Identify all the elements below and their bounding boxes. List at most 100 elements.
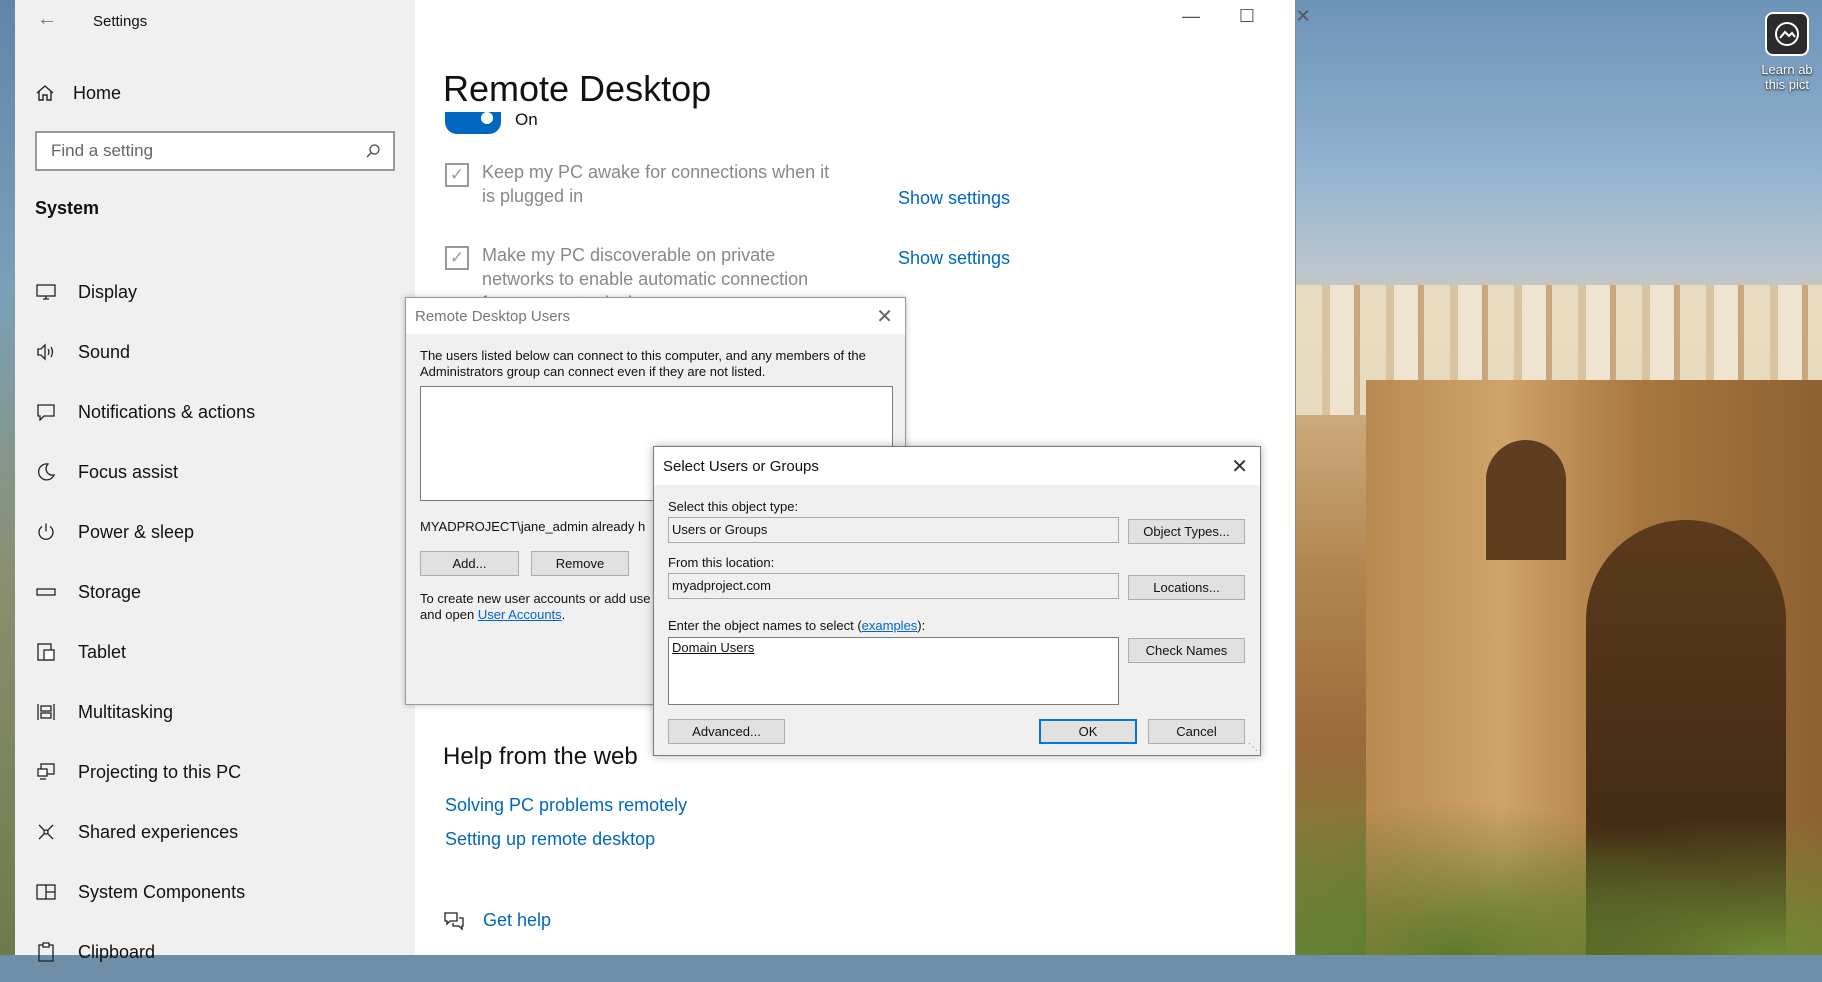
object-names-suffix: ): xyxy=(917,618,926,633)
dialog-title: Select Users or Groups xyxy=(663,458,819,475)
wallpaper-greenery xyxy=(1296,775,1822,955)
help-from-web-header: Help from the web xyxy=(443,743,638,770)
camera-icon xyxy=(1765,12,1809,56)
locations-button[interactable]: Locations... xyxy=(1128,575,1245,600)
sidebar-item-system-components[interactable]: System Components xyxy=(35,862,405,922)
keep-awake-checkbox-row[interactable]: ✓ Keep my PC awake for connections when … xyxy=(445,160,842,208)
wallpaper-arch-small xyxy=(1486,440,1566,560)
sidebar-item-label: Notifications & actions xyxy=(78,401,256,422)
dialog-description: The users listed below can connect to th… xyxy=(420,348,866,379)
focus-assist-icon xyxy=(35,461,57,483)
close-icon[interactable]: ✕ xyxy=(876,304,893,329)
power-icon xyxy=(35,521,57,543)
get-help-row[interactable]: Get help xyxy=(443,910,551,931)
object-types-button[interactable]: Object Types... xyxy=(1128,519,1245,544)
sidebar-item-tablet[interactable]: Tablet xyxy=(35,622,405,682)
shared-experiences-icon xyxy=(35,821,57,843)
location-label: From this location: xyxy=(668,555,775,570)
sidebar-nav: Display Sound Notifications & actions Fo… xyxy=(35,262,405,982)
sidebar-item-label: Power & sleep xyxy=(78,521,195,542)
dialog-title: Remote Desktop Users xyxy=(415,308,571,325)
note-suffix: . xyxy=(561,607,566,622)
object-names-input[interactable]: Domain Users xyxy=(668,637,1119,705)
projecting-icon xyxy=(35,761,57,783)
window-title: Settings xyxy=(93,13,148,30)
toggle-knob xyxy=(481,112,493,124)
show-settings-link-1[interactable]: Show settings xyxy=(898,188,1010,209)
settings-sidebar: ← Settings Home System Display Sound Not… xyxy=(15,0,415,962)
dialog-titlebar: Remote Desktop Users ✕ xyxy=(406,298,905,334)
search-icon xyxy=(366,144,380,158)
advanced-button[interactable]: Advanced... xyxy=(668,719,785,744)
sidebar-item-projecting[interactable]: Projecting to this PC xyxy=(35,742,405,802)
keep-awake-checkbox[interactable]: ✓ xyxy=(445,163,469,187)
learn-about-picture-tile[interactable]: Learn ab this pict xyxy=(1752,10,1822,120)
home-label: Home xyxy=(73,82,122,103)
sidebar-item-sound[interactable]: Sound xyxy=(35,322,405,382)
sidebar-item-notifications[interactable]: Notifications & actions xyxy=(35,382,405,442)
sidebar-item-clipboard[interactable]: Clipboard xyxy=(35,922,405,982)
sidebar-item-label: Focus assist xyxy=(78,461,179,482)
sidebar-item-label: System Components xyxy=(78,881,246,902)
get-help-link[interactable]: Get help xyxy=(483,910,551,931)
page-title: Remote Desktop xyxy=(443,68,712,109)
display-icon xyxy=(35,281,57,303)
storage-icon xyxy=(35,581,57,603)
learn-tile-line2: this pict xyxy=(1764,77,1810,92)
object-names-prefix: Enter the object names to select ( xyxy=(668,618,862,633)
object-type-field: Users or Groups xyxy=(668,517,1119,543)
remote-desktop-toggle[interactable] xyxy=(445,112,501,134)
close-icon[interactable]: ✕ xyxy=(1283,6,1323,27)
examples-link[interactable]: examples xyxy=(862,618,918,633)
sound-icon xyxy=(35,341,57,363)
section-header: System xyxy=(35,198,100,218)
sidebar-item-shared-experiences[interactable]: Shared experiences xyxy=(35,802,405,862)
get-help-icon xyxy=(444,911,464,931)
sidebar-item-label: Clipboard xyxy=(78,941,156,962)
home-icon xyxy=(36,85,54,101)
sidebar-item-label: Display xyxy=(78,281,138,302)
search-box[interactable] xyxy=(35,131,395,171)
sidebar-item-label: Tablet xyxy=(78,641,127,662)
desktop-wallpaper-left xyxy=(0,0,15,955)
toggle-state-label: On xyxy=(515,112,538,126)
search-input[interactable] xyxy=(49,140,365,162)
notifications-icon xyxy=(35,401,57,423)
sidebar-item-storage[interactable]: Storage xyxy=(35,562,405,622)
sidebar-item-home[interactable]: Home xyxy=(35,80,121,106)
tablet-icon xyxy=(35,641,57,663)
cancel-button[interactable]: Cancel xyxy=(1148,719,1245,744)
sidebar-item-label: Shared experiences xyxy=(78,821,239,842)
note-line-2: and open User Accounts. xyxy=(420,607,651,623)
sidebar-item-power[interactable]: Power & sleep xyxy=(35,502,405,562)
multitasking-icon xyxy=(35,701,57,723)
help-link-setting-up[interactable]: Setting up remote desktop xyxy=(445,829,655,850)
note-line-1: To create new user accounts or add use xyxy=(420,591,651,606)
sidebar-item-label: Storage xyxy=(78,581,142,602)
ok-button[interactable]: OK xyxy=(1039,719,1137,744)
already-member-text: MYADPROJECT\jane_admin already h xyxy=(420,519,646,534)
minimize-icon[interactable]: — xyxy=(1171,6,1211,27)
sidebar-item-focus-assist[interactable]: Focus assist xyxy=(35,442,405,502)
close-icon[interactable]: ✕ xyxy=(1231,454,1248,479)
discoverable-checkbox[interactable]: ✓ xyxy=(445,246,469,270)
dialog-titlebar: Select Users or Groups ✕ xyxy=(654,447,1260,485)
select-users-or-groups-dialog: Select Users or Groups ✕ Select this obj… xyxy=(653,446,1261,756)
show-settings-link-2[interactable]: Show settings xyxy=(898,248,1010,269)
clipboard-icon xyxy=(35,941,57,963)
help-link-solving-problems[interactable]: Solving PC problems remotely xyxy=(445,795,687,816)
desktop-wallpaper: Learn ab this pict xyxy=(1296,0,1822,955)
back-arrow-icon[interactable]: ← xyxy=(37,8,57,31)
add-button[interactable]: Add... xyxy=(420,551,519,576)
sidebar-item-label: Sound xyxy=(78,341,131,362)
user-accounts-link[interactable]: User Accounts xyxy=(478,607,562,622)
user-accounts-note: To create new user accounts or add use a… xyxy=(420,591,651,623)
maximize-icon[interactable]: ☐ xyxy=(1227,6,1267,27)
sidebar-item-label: Multitasking xyxy=(78,701,174,722)
check-names-button[interactable]: Check Names xyxy=(1128,638,1245,663)
sidebar-item-display[interactable]: Display xyxy=(35,262,405,322)
sidebar-item-multitasking[interactable]: Multitasking xyxy=(35,682,405,742)
resize-grip-icon[interactable]: ⋱ xyxy=(1248,742,1258,753)
learn-tile-line1: Learn ab xyxy=(1761,62,1813,77)
remove-button[interactable]: Remove xyxy=(531,551,629,576)
